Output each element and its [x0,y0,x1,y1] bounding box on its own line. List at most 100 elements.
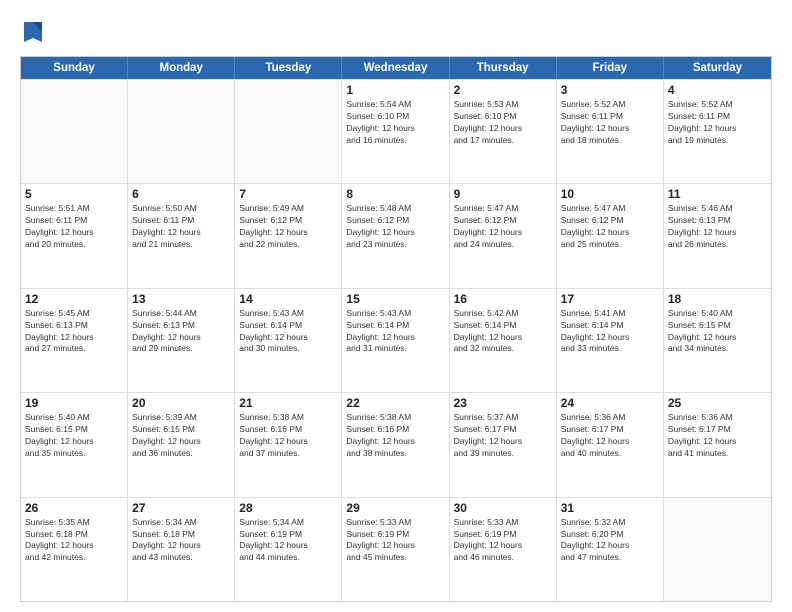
calendar-cell: 13 Sunrise: 5:44 AM Sunset: 6:13 PM Dayli… [128,289,235,392]
calendar-cell: 16 Sunrise: 5:42 AM Sunset: 6:14 PM Dayli… [450,289,557,392]
day-number: 24 [561,396,659,410]
day-info: Sunrise: 5:43 AM Sunset: 6:14 PM Dayligh… [346,308,444,356]
day-info: Sunrise: 5:53 AM Sunset: 6:10 PM Dayligh… [454,99,552,147]
day-info: Sunrise: 5:47 AM Sunset: 6:12 PM Dayligh… [561,203,659,251]
calendar-cell: 19Sunrise: 5:40 AM Sunset: 6:15 PM Dayli… [21,393,128,496]
day-info: Sunrise: 5:34 AM Sunset: 6:19 PM Dayligh… [239,517,337,565]
calendar-row: 5 Sunrise: 5:51 AM Sunset: 6:11 PM Daylig… [21,183,771,287]
calendar-cell: 5 Sunrise: 5:51 AM Sunset: 6:11 PM Daylig… [21,184,128,287]
calendar-header: SundayMondayTuesdayWednesdayThursdayFrid… [21,57,771,79]
day-number: 16 [454,292,552,306]
calendar-cell: 12 Sunrise: 5:45 AM Sunset: 6:13 PM Dayli… [21,289,128,392]
calendar-cell: 29 Sunrise: 5:33 AM Sunset: 6:19 PM Dayli… [342,498,449,601]
day-info: Sunrise: 5:43 AM Sunset: 6:14 PM Dayligh… [239,308,337,356]
day-number: 25 [668,396,767,410]
calendar-cell: 7 Sunrise: 5:49 AM Sunset: 6:12 PM Daylig… [235,184,342,287]
day-number: 4 [668,83,767,97]
day-number: 31 [561,501,659,515]
day-info: Sunrise: 5:52 AM Sunset: 6:11 PM Dayligh… [668,99,767,147]
calendar-cell: 10 Sunrise: 5:47 AM Sunset: 6:12 PM Dayli… [557,184,664,287]
calendar-cell [235,80,342,183]
calendar-cell: 14 Sunrise: 5:43 AM Sunset: 6:14 PM Dayli… [235,289,342,392]
logo [20,20,44,46]
calendar-cell: 25 Sunrise: 5:36 AM Sunset: 6:17 PM Dayli… [664,393,771,496]
calendar-body: 1 Sunrise: 5:54 AM Sunset: 6:10 PM Daylig… [21,79,771,601]
weekday-header: Thursday [450,57,557,79]
day-number: 1 [346,83,444,97]
day-number: 17 [561,292,659,306]
calendar-cell: 24 Sunrise: 5:36 AM Sunset: 6:17 PM Dayli… [557,393,664,496]
day-info: Sunrise: 5:33 AM Sunset: 6:19 PM Dayligh… [346,517,444,565]
day-info: Sunrise: 5:54 AM Sunset: 6:10 PM Dayligh… [346,99,444,147]
calendar-cell: 6Sunrise: 5:50 AM Sunset: 6:11 PM Daylig… [128,184,235,287]
day-info: Sunrise: 5:36 AM Sunset: 6:17 PM Dayligh… [561,412,659,460]
day-info: Sunrise: 5:47 AM Sunset: 6:12 PM Dayligh… [454,203,552,251]
calendar-cell: 8 Sunrise: 5:48 AM Sunset: 6:12 PM Daylig… [342,184,449,287]
day-number: 26 [25,501,123,515]
day-number: 12 [25,292,123,306]
weekday-header: Friday [557,57,664,79]
header [20,16,772,46]
day-number: 29 [346,501,444,515]
day-info: Sunrise: 5:40 AM Sunset: 6:15 PM Dayligh… [25,412,123,460]
day-number: 13 [132,292,230,306]
calendar-cell: 26 Sunrise: 5:35 AM Sunset: 6:18 PM Dayli… [21,498,128,601]
calendar-cell: 20Sunrise: 5:39 AM Sunset: 6:15 PM Dayli… [128,393,235,496]
day-number: 27 [132,501,230,515]
weekday-header: Saturday [664,57,771,79]
calendar-cell: 22Sunrise: 5:38 AM Sunset: 6:16 PM Dayli… [342,393,449,496]
calendar-cell: 11 Sunrise: 5:46 AM Sunset: 6:13 PM Dayli… [664,184,771,287]
day-number: 14 [239,292,337,306]
day-info: Sunrise: 5:45 AM Sunset: 6:13 PM Dayligh… [25,308,123,356]
calendar-cell: 17 Sunrise: 5:41 AM Sunset: 6:14 PM Dayli… [557,289,664,392]
day-info: Sunrise: 5:35 AM Sunset: 6:18 PM Dayligh… [25,517,123,565]
day-info: Sunrise: 5:49 AM Sunset: 6:12 PM Dayligh… [239,203,337,251]
day-number: 21 [239,396,337,410]
calendar-cell: 31 Sunrise: 5:32 AM Sunset: 6:20 PM Dayli… [557,498,664,601]
logo-icon [22,18,44,46]
day-info: Sunrise: 5:39 AM Sunset: 6:15 PM Dayligh… [132,412,230,460]
calendar-cell: 15 Sunrise: 5:43 AM Sunset: 6:14 PM Dayli… [342,289,449,392]
day-info: Sunrise: 5:36 AM Sunset: 6:17 PM Dayligh… [668,412,767,460]
calendar-cell: 9Sunrise: 5:47 AM Sunset: 6:12 PM Daylig… [450,184,557,287]
day-number: 5 [25,187,123,201]
calendar-cell: 18 Sunrise: 5:40 AM Sunset: 6:15 PM Dayli… [664,289,771,392]
weekday-header: Monday [128,57,235,79]
day-number: 8 [346,187,444,201]
day-info: Sunrise: 5:52 AM Sunset: 6:11 PM Dayligh… [561,99,659,147]
day-number: 11 [668,187,767,201]
day-number: 7 [239,187,337,201]
calendar-cell: 23Sunrise: 5:37 AM Sunset: 6:17 PM Dayli… [450,393,557,496]
day-number: 30 [454,501,552,515]
day-info: Sunrise: 5:34 AM Sunset: 6:18 PM Dayligh… [132,517,230,565]
weekday-header: Wednesday [342,57,449,79]
day-info: Sunrise: 5:46 AM Sunset: 6:13 PM Dayligh… [668,203,767,251]
day-number: 6 [132,187,230,201]
calendar-cell [21,80,128,183]
calendar-cell: 27 Sunrise: 5:34 AM Sunset: 6:18 PM Dayli… [128,498,235,601]
day-number: 15 [346,292,444,306]
day-info: Sunrise: 5:48 AM Sunset: 6:12 PM Dayligh… [346,203,444,251]
day-number: 18 [668,292,767,306]
calendar-cell: 2Sunrise: 5:53 AM Sunset: 6:10 PM Daylig… [450,80,557,183]
day-info: Sunrise: 5:41 AM Sunset: 6:14 PM Dayligh… [561,308,659,356]
day-info: Sunrise: 5:42 AM Sunset: 6:14 PM Dayligh… [454,308,552,356]
calendar-cell: 3 Sunrise: 5:52 AM Sunset: 6:11 PM Daylig… [557,80,664,183]
weekday-header: Tuesday [235,57,342,79]
day-info: Sunrise: 5:32 AM Sunset: 6:20 PM Dayligh… [561,517,659,565]
day-number: 28 [239,501,337,515]
day-info: Sunrise: 5:38 AM Sunset: 6:16 PM Dayligh… [239,412,337,460]
calendar-row: 26 Sunrise: 5:35 AM Sunset: 6:18 PM Dayli… [21,497,771,601]
calendar-cell: 1 Sunrise: 5:54 AM Sunset: 6:10 PM Daylig… [342,80,449,183]
calendar-cell: 28 Sunrise: 5:34 AM Sunset: 6:19 PM Dayli… [235,498,342,601]
day-info: Sunrise: 5:40 AM Sunset: 6:15 PM Dayligh… [668,308,767,356]
day-info: Sunrise: 5:51 AM Sunset: 6:11 PM Dayligh… [25,203,123,251]
day-number: 10 [561,187,659,201]
calendar-cell [664,498,771,601]
weekday-header: Sunday [21,57,128,79]
day-number: 23 [454,396,552,410]
day-number: 3 [561,83,659,97]
day-info: Sunrise: 5:44 AM Sunset: 6:13 PM Dayligh… [132,308,230,356]
day-info: Sunrise: 5:33 AM Sunset: 6:19 PM Dayligh… [454,517,552,565]
day-number: 22 [346,396,444,410]
